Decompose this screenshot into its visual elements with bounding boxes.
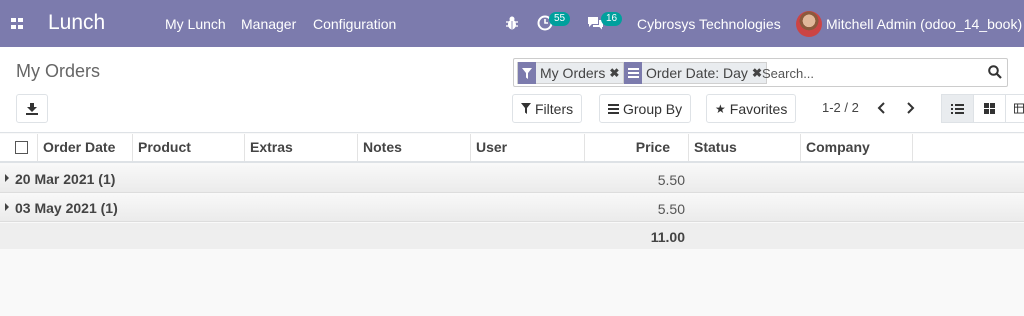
group-label: 20 Mar 2021 (1) (15, 171, 116, 187)
menu-configuration[interactable]: Configuration (313, 16, 396, 32)
star-icon: ★ (715, 101, 726, 116)
favorites-button[interactable]: ★ Favorites (706, 94, 797, 123)
group-price: 5.50 (657, 201, 685, 217)
filters-button[interactable]: Filters (512, 94, 583, 123)
caret-right-icon (5, 174, 9, 182)
search-box[interactable]: My Orders ✖ Order Date: Day ✖ (513, 58, 1008, 87)
column-price[interactable]: Price (585, 134, 689, 161)
favorites-label: Favorites (729, 100, 788, 117)
facet-filter: My Orders ✖ (517, 62, 625, 84)
table-footer: 11.00 (0, 223, 1024, 249)
remove-facet-icon[interactable]: ✖ (609, 66, 623, 80)
kanban-view-button[interactable] (973, 94, 1006, 123)
filter-icon (518, 62, 536, 84)
column-product[interactable]: Product (133, 134, 245, 161)
list-view-button[interactable] (941, 94, 974, 123)
group-by-label: Group By (623, 100, 683, 117)
kanban-icon (984, 103, 995, 114)
apps-menu-icon[interactable] (11, 18, 23, 29)
facet-group-by-label: Order Date: Day (646, 65, 748, 81)
table-header: Order Date Product Extras Notes User Pri… (0, 134, 1024, 163)
column-notes[interactable]: Notes (358, 134, 471, 161)
group-label: 03 May 2021 (1) (15, 200, 118, 216)
group-by-button[interactable]: Group By (599, 94, 692, 123)
column-order-date[interactable]: Order Date (38, 134, 133, 161)
download-button[interactable] (16, 94, 48, 123)
control-panel: My Orders My Orders ✖ Order Date: Day ✖ (0, 47, 1024, 133)
facet-filter-label: My Orders (540, 65, 606, 81)
company-switcher[interactable]: Cybrosys Technologies (637, 16, 781, 32)
facet-group-by: Order Date: Day ✖ (623, 62, 767, 84)
page-title: My Orders (16, 61, 101, 81)
message-count-badge: 16 (601, 12, 623, 26)
user-menu[interactable]: Mitchell Admin (odoo_14_book) (826, 16, 1022, 32)
group-by-icon (624, 62, 642, 84)
menu-my-lunch[interactable]: My Lunch (165, 16, 226, 32)
chevron-left-icon[interactable] (877, 102, 887, 114)
bug-icon[interactable] (505, 15, 519, 31)
top-navbar: Lunch My Lunch Manager Configuration 55 … (0, 0, 1024, 47)
select-all-cell (0, 134, 38, 161)
caret-right-icon (5, 203, 9, 211)
app-name[interactable]: Lunch (48, 11, 105, 35)
column-user[interactable]: User (471, 134, 585, 161)
group-row[interactable]: 03 May 2021 (1) 5.50 (0, 194, 1024, 222)
select-all-checkbox[interactable] (15, 141, 28, 154)
group-row[interactable]: 20 Mar 2021 (1) 5.50 (0, 165, 1024, 193)
menu-manager[interactable]: Manager (241, 16, 296, 32)
group-price: 5.50 (657, 172, 685, 188)
filter-icon (521, 103, 531, 114)
chevron-right-icon[interactable] (905, 102, 915, 114)
column-extras[interactable]: Extras (245, 134, 358, 161)
search-input[interactable] (762, 62, 982, 84)
calendar-view-button[interactable] (1005, 94, 1024, 123)
list-icon (951, 103, 964, 114)
table-icon (1014, 103, 1024, 114)
search-icon[interactable] (988, 65, 1002, 79)
download-icon (26, 102, 38, 115)
user-avatar[interactable] (796, 11, 822, 37)
pager-value[interactable]: 1-2 / 2 (822, 100, 859, 115)
price-total: 11.00 (650, 229, 685, 245)
filters-label: Filters (535, 100, 574, 117)
column-company[interactable]: Company (801, 134, 913, 161)
column-status[interactable]: Status (689, 134, 801, 161)
group-by-icon (608, 103, 619, 114)
activity-count-badge: 55 (549, 12, 571, 26)
